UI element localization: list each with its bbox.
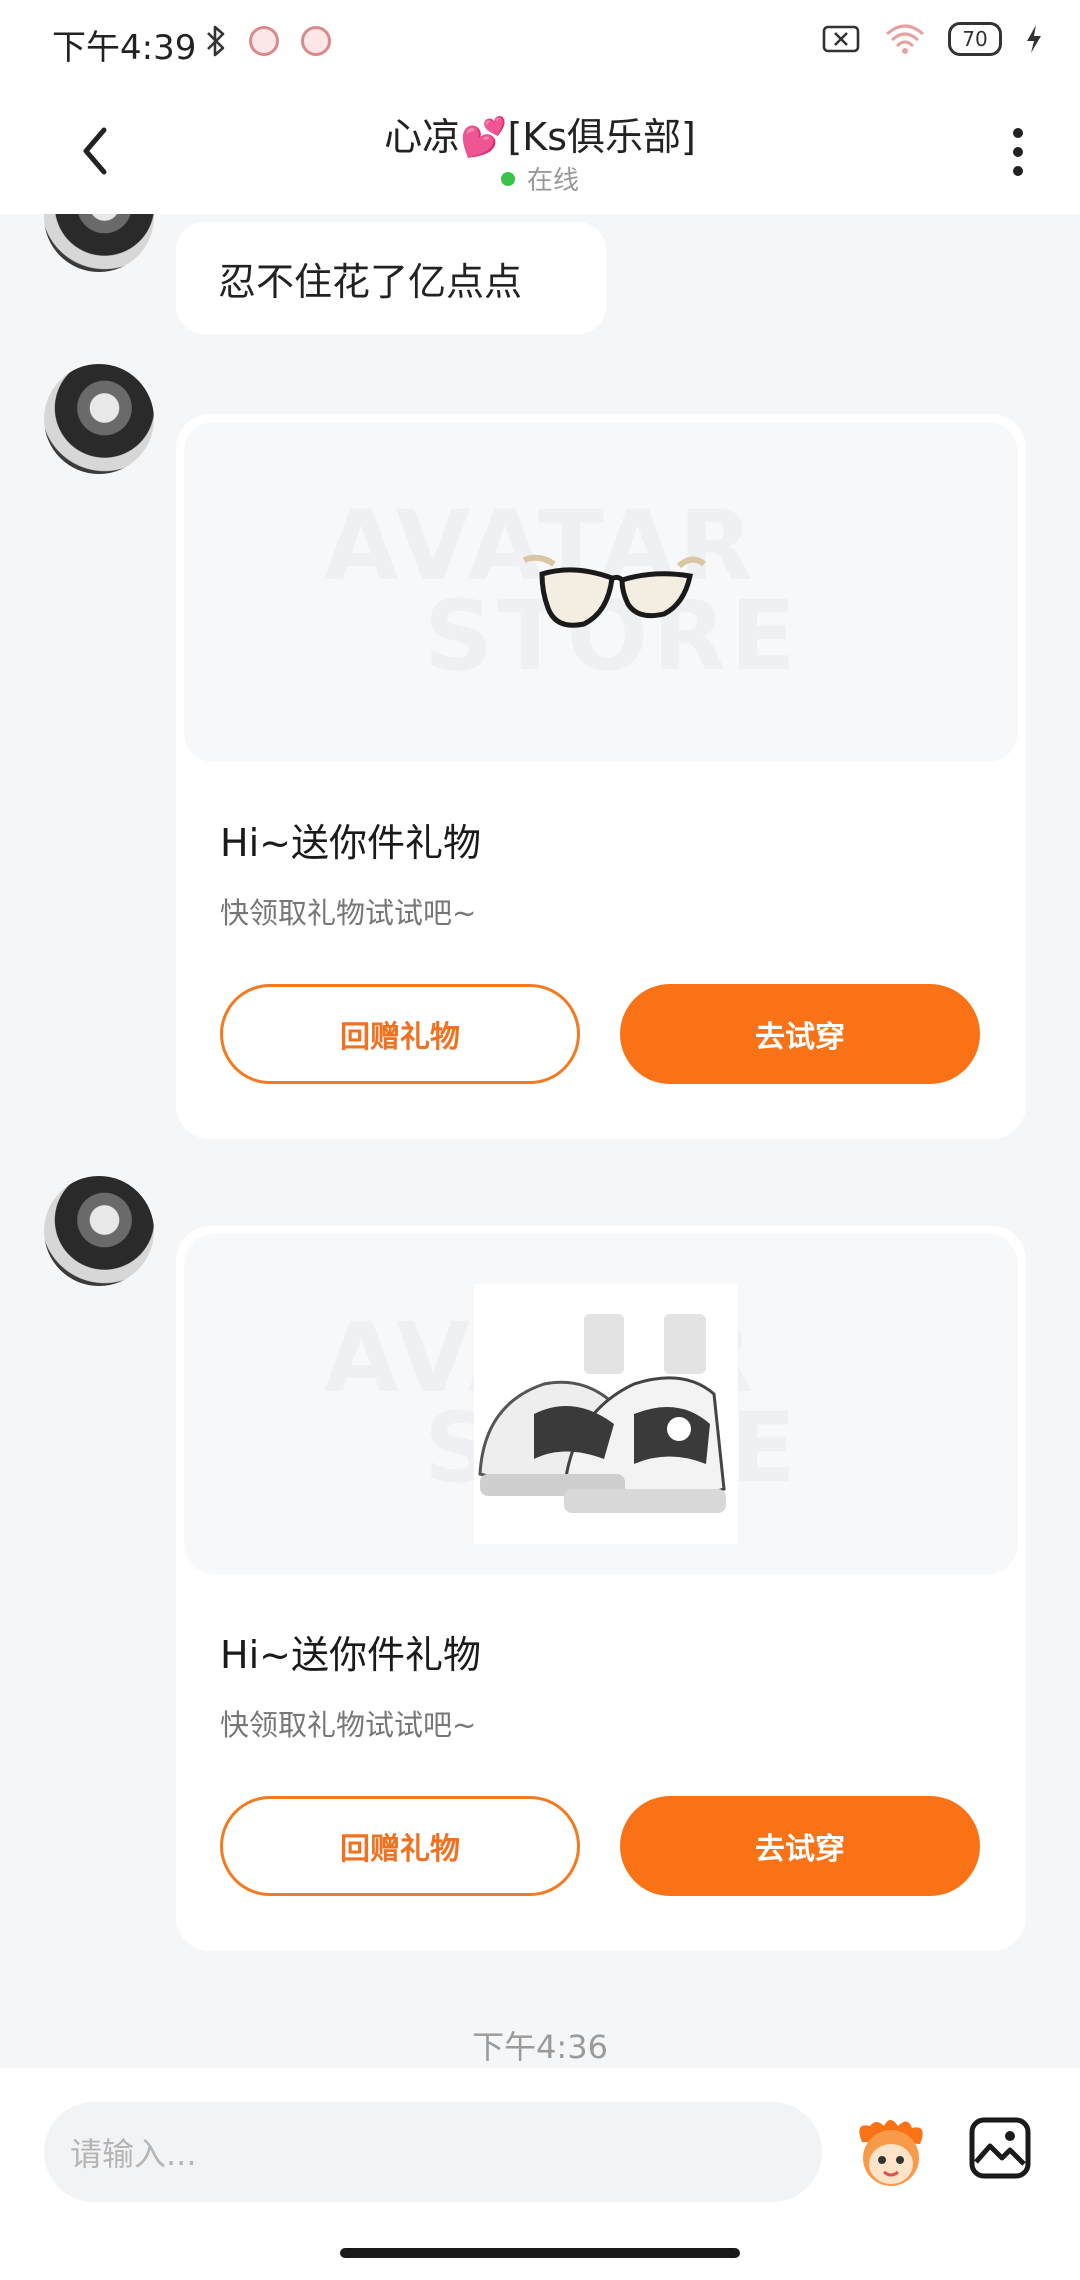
return-gift-button[interactable]: 回赠礼物 xyxy=(220,1796,580,1896)
battery-level: 70 xyxy=(962,27,988,51)
avatar[interactable] xyxy=(44,214,154,272)
bluetooth-icon xyxy=(207,25,225,57)
gift-preview-image[interactable]: AVATAR STORE xyxy=(184,1234,1018,1574)
more-options-button[interactable] xyxy=(988,122,1048,182)
presence-status: 在线 xyxy=(0,160,1080,197)
gift-preview-image[interactable]: AVATAR STORE xyxy=(184,422,1018,762)
return-gift-button[interactable]: 回赠礼物 xyxy=(220,984,580,1084)
image-icon[interactable] xyxy=(968,2116,1032,2180)
try-on-button[interactable]: 去试穿 xyxy=(620,1796,980,1896)
online-dot-icon xyxy=(500,171,515,186)
message-input[interactable]: 请输入... xyxy=(44,2102,822,2202)
more-vertical-icon xyxy=(1013,128,1023,138)
chat-title: 心凉💕[Ks俱乐部] xyxy=(384,115,696,159)
glasses-icon xyxy=(522,554,706,628)
home-indicator[interactable] xyxy=(340,2248,740,2258)
sim-off-icon xyxy=(822,25,860,53)
avatar[interactable] xyxy=(44,1176,154,1286)
gift-subtitle: 快领取礼物试试吧~ xyxy=(220,1708,477,1742)
try-on-button[interactable]: 去试穿 xyxy=(620,984,980,1084)
avatar[interactable] xyxy=(44,364,154,474)
gift-subtitle: 快领取礼物试试吧~ xyxy=(220,896,477,930)
sneakers-icon xyxy=(474,1284,738,1544)
message-item: 忍不住花了亿点点 xyxy=(0,214,1080,334)
message-item: AVATAR STORE Hi~送你件礼物 快领取礼物试试吧~ 回赠礼物 xyxy=(0,1176,1080,1956)
message-list[interactable]: 忍不住花了亿点点 AVATAR STORE Hi~送你件礼物 快领取礼物试试吧~… xyxy=(0,214,1080,2068)
notification-app-icon xyxy=(301,26,331,56)
status-bar: 下午4:39 70 xyxy=(0,0,1080,88)
message-item: AVATAR STORE Hi~送你件礼物 快领取礼物试试吧~ 回赠礼物 去试穿 xyxy=(0,364,1080,1144)
notification-app-icon xyxy=(249,26,279,56)
presence-label: 在线 xyxy=(526,166,579,196)
status-time: 下午4:39 xyxy=(52,28,197,68)
wifi-icon xyxy=(886,24,924,54)
chat-header: 心凉💕[Ks俱乐部] 在线 xyxy=(0,88,1080,214)
gift-title: Hi~送你件礼物 xyxy=(220,821,481,865)
message-text: 忍不住花了亿点点 xyxy=(218,259,523,304)
message-bubble[interactable]: 忍不住花了亿点点 xyxy=(176,222,606,334)
battery-indicator: 70 xyxy=(948,22,1002,56)
charging-icon xyxy=(1027,25,1041,53)
mascot-emoji-icon[interactable] xyxy=(850,2112,932,2194)
gift-card[interactable]: AVATAR STORE Hi~送你件礼物 快领取礼物试试吧~ 回赠礼物 xyxy=(176,1226,1026,1951)
gift-card[interactable]: AVATAR STORE Hi~送你件礼物 快领取礼物试试吧~ 回赠礼物 去试穿 xyxy=(176,414,1026,1139)
message-timestamp: 下午4:36 xyxy=(472,2028,608,2066)
gift-title: Hi~送你件礼物 xyxy=(220,1633,481,1677)
